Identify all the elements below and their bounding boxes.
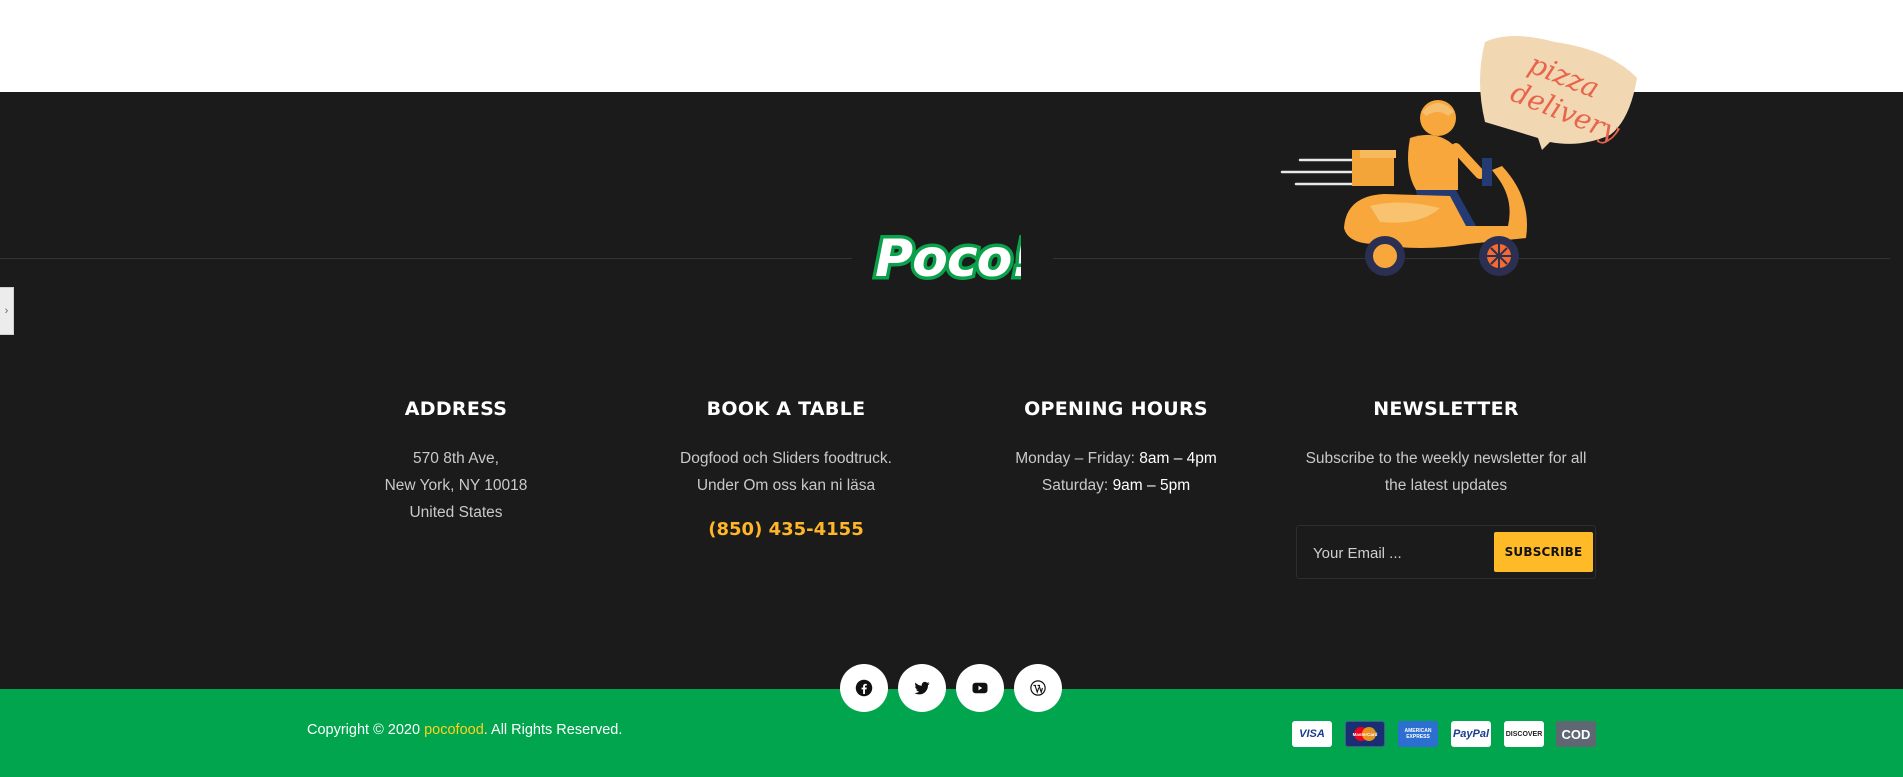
discover-card-icon: DISCOVER [1504, 721, 1544, 747]
book-table-column: BOOK A TABLE Dogfood och Sliders foodtru… [636, 392, 936, 540]
address-column: ADDRESS 570 8th Ave, New York, NY 10018 … [306, 392, 606, 526]
amex-card-icon: AMERICAN EXPRESS [1398, 721, 1438, 747]
saturday-hours: Saturday: 9am – 5pm [966, 472, 1266, 499]
newsletter-line-1: Subscribe to the weekly newsletter for a… [1305, 450, 1587, 467]
youtube-link[interactable] [956, 664, 1004, 712]
youtube-icon [972, 682, 988, 694]
email-input[interactable] [1311, 535, 1485, 571]
copyright-text: Copyright © 2020 pocofood. All Rights Re… [307, 722, 622, 738]
weekday-hours: Monday – Friday: 8am – 4pm [966, 445, 1266, 472]
newsletter-title: NEWSLETTER [1373, 398, 1519, 420]
cash-on-delivery-icon: COD [1556, 721, 1596, 747]
copyright-suffix: . All Rights Reserved. [483, 722, 623, 738]
newsletter-line-2: the latest updates [1384, 477, 1508, 494]
book-table-title: BOOK A TABLE [706, 398, 866, 420]
side-panel-toggle[interactable]: › [0, 287, 14, 335]
site-logo[interactable]: Poco! [869, 226, 1039, 293]
visa-label: VISA [1299, 728, 1325, 740]
mastercard-label: MasterCard [1353, 732, 1378, 737]
chevron-right-icon: › [4, 305, 9, 317]
address-line-2: New York, NY 10018 [384, 477, 528, 494]
saturday-time: 9am – 5pm [1112, 477, 1191, 494]
subscribe-button[interactable]: SUBSCRIBE [1494, 532, 1593, 572]
address-title: ADDRESS [404, 398, 508, 420]
facebook-icon [855, 679, 873, 697]
wordpress-link[interactable] [1014, 664, 1062, 712]
newsletter-form: SUBSCRIBE [1296, 525, 1596, 579]
address-line-3: United States [409, 504, 503, 521]
wordpress-icon [1030, 680, 1046, 696]
weekday-time: 8am – 4pm [1139, 450, 1217, 467]
address-line-1: 570 8th Ave, [413, 450, 499, 467]
mastercard-icon: MasterCard [1345, 721, 1385, 747]
facebook-link[interactable] [840, 664, 888, 712]
newsletter-column: NEWSLETTER Subscribe to the weekly newsl… [1296, 392, 1596, 499]
book-line-1: Dogfood och Sliders foodtruck. [680, 450, 892, 467]
cod-label: COD [1561, 726, 1591, 742]
twitter-icon [914, 681, 930, 695]
brand-link[interactable]: pocofood [424, 722, 484, 738]
book-line-2: Under Om oss kan ni läsa [696, 477, 876, 494]
divider-left [0, 258, 852, 259]
paypal-label: PayPal [1452, 728, 1490, 740]
delivery-scooter-illustration: pizza delivery [1280, 30, 1640, 280]
twitter-link[interactable] [898, 664, 946, 712]
phone-link[interactable]: (850) 435-4155 [636, 519, 936, 540]
amex-label: AMERICAN EXPRESS [1404, 728, 1432, 740]
weekday-label: Monday – Friday: [1015, 450, 1135, 467]
saturday-label: Saturday: [1041, 477, 1109, 494]
discover-label: DISCOVER [1505, 730, 1543, 738]
copyright-prefix: Copyright © 2020 [307, 722, 425, 738]
opening-hours-title: OPENING HOURS [1024, 398, 1208, 420]
footer-bottom-bar [0, 689, 1903, 777]
visa-card-icon: VISA [1292, 721, 1332, 747]
paypal-icon: PayPal [1451, 721, 1491, 747]
opening-hours-column: OPENING HOURS Monday – Friday: 8am – 4pm… [966, 392, 1266, 499]
logo-text: Poco! [875, 229, 1021, 284]
